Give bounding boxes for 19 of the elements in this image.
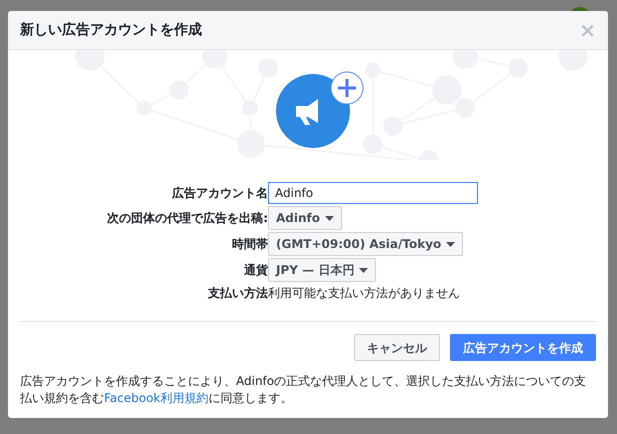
dropdown[interactable]: JPY — 日本円 — [268, 258, 376, 282]
create-button[interactable]: 広告アカウントを作成 — [450, 334, 596, 361]
terms-link[interactable]: Facebook利用規約 — [104, 391, 208, 405]
field-value: 利用可能な支払い方法がありません — [268, 285, 460, 302]
field-label: 支払い方法 — [207, 285, 268, 302]
megaphone-plus-icon — [276, 70, 366, 148]
dropdown[interactable]: (GMT+09:00) Asia/Tokyo — [268, 232, 464, 256]
terms-text: 広告アカウントを作成することにより、Adinfoの正式な代理人として、選択した支払い方法についての支払い規約を含むFacebook利用規約に同意します。 — [19, 373, 588, 407]
cancel-button[interactable]: キャンセル — [354, 334, 440, 361]
field-label: 広告アカウント名 — [170, 185, 268, 202]
field-label: 次の団体の代理で広告を出稿: — [106, 210, 268, 227]
account-name-field[interactable]: Adinfo — [268, 182, 478, 204]
dialog-title: 新しい広告アカウントを作成 — [20, 20, 202, 40]
field-label: 時間帯 — [231, 236, 268, 253]
dropdown[interactable]: Adinfo — [268, 206, 342, 230]
caret-icon — [325, 216, 334, 220]
caret-icon — [446, 242, 456, 246]
field-label: 通貨 — [243, 262, 268, 279]
caret-icon — [359, 268, 368, 272]
